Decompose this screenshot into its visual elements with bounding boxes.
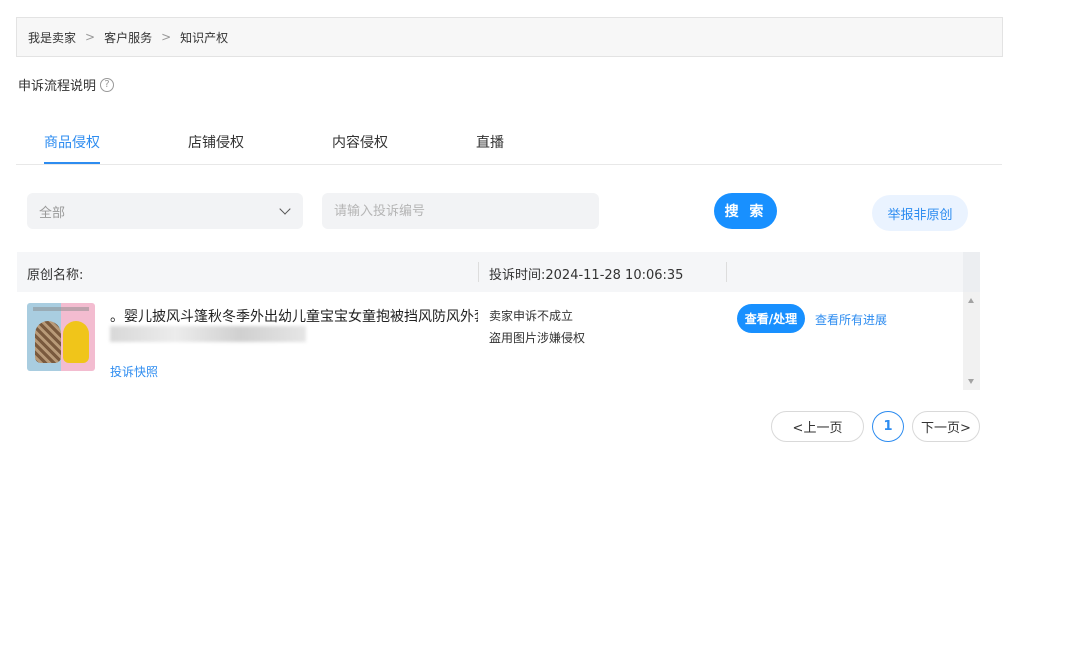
complaint-snapshot-link[interactable]: 投诉快照 (110, 363, 158, 380)
breadcrumb-item-seller[interactable]: 我是卖家 (28, 29, 76, 46)
complaint-reason: 盗用图片涉嫌侵权 (489, 331, 586, 345)
active-tab-indicator (44, 162, 100, 164)
chevron-down-icon (279, 203, 291, 215)
tab-product-infringement[interactable]: 商品侵权 (44, 132, 100, 152)
breadcrumb-item-customer-service[interactable]: 客户服务 (104, 29, 152, 46)
breadcrumb-item-ip: 知识产权 (180, 30, 229, 45)
complaint-status: 卖家申诉不成立 (489, 309, 574, 323)
blurred-text (110, 326, 306, 342)
table-row: 。婴儿披风斗篷秋冬季外出幼儿童宝宝女童抱被挡风防风外套 投诉快照 卖家申诉不成立… (17, 292, 963, 390)
breadcrumb-separator: > (161, 30, 172, 44)
view-handle-button[interactable]: 查看/处理 (737, 304, 805, 333)
header-original-name: 原创名称: (27, 268, 84, 283)
prev-page-button[interactable]: <上一页 (771, 411, 864, 442)
tab-bar: 商品侵权 店铺侵权 内容侵权 直播 (16, 118, 1002, 165)
product-thumbnail[interactable] (27, 303, 95, 371)
column-divider (478, 262, 479, 282)
appeal-process-label: 申诉流程说明 (18, 79, 97, 94)
tab-content-infringement[interactable]: 内容侵权 (332, 132, 388, 152)
tab-live[interactable]: 直播 (476, 132, 504, 152)
breadcrumb-separator: > (85, 30, 96, 44)
type-select-value: 全部 (39, 205, 66, 221)
scroll-down-arrow-icon[interactable] (968, 379, 974, 384)
question-circle-icon[interactable]: ? (100, 77, 115, 92)
type-select[interactable]: 全部 (27, 193, 303, 229)
tab-store-infringement[interactable]: 店铺侵权 (188, 132, 244, 152)
appeal-process-help[interactable]: 申诉流程说明 ? (18, 75, 115, 94)
view-all-progress-link[interactable]: 查看所有进展 (815, 311, 887, 328)
column-divider (726, 262, 727, 282)
next-page-button[interactable]: 下一页> (912, 411, 980, 442)
table-header: 原创名称: 投诉时间:2024-11-28 10:06:35 (17, 252, 980, 292)
search-button[interactable]: 搜 索 (714, 193, 777, 229)
table-scrollbar[interactable] (963, 292, 980, 390)
breadcrumb: 我是卖家 > 客户服务 > 知识产权 (16, 17, 1003, 57)
scrollbar-header-filler (963, 252, 980, 292)
page-number-current[interactable]: 1 (872, 411, 904, 442)
scroll-up-arrow-icon[interactable] (968, 298, 974, 303)
header-complaint-time: 投诉时间:2024-11-28 10:06:35 (489, 268, 684, 283)
report-non-original-button[interactable]: 举报非原创 (872, 195, 968, 231)
product-title[interactable]: 。婴儿披风斗篷秋冬季外出幼儿童宝宝女童抱被挡风防风外套 (110, 306, 478, 326)
complaint-number-input[interactable] (322, 193, 599, 229)
